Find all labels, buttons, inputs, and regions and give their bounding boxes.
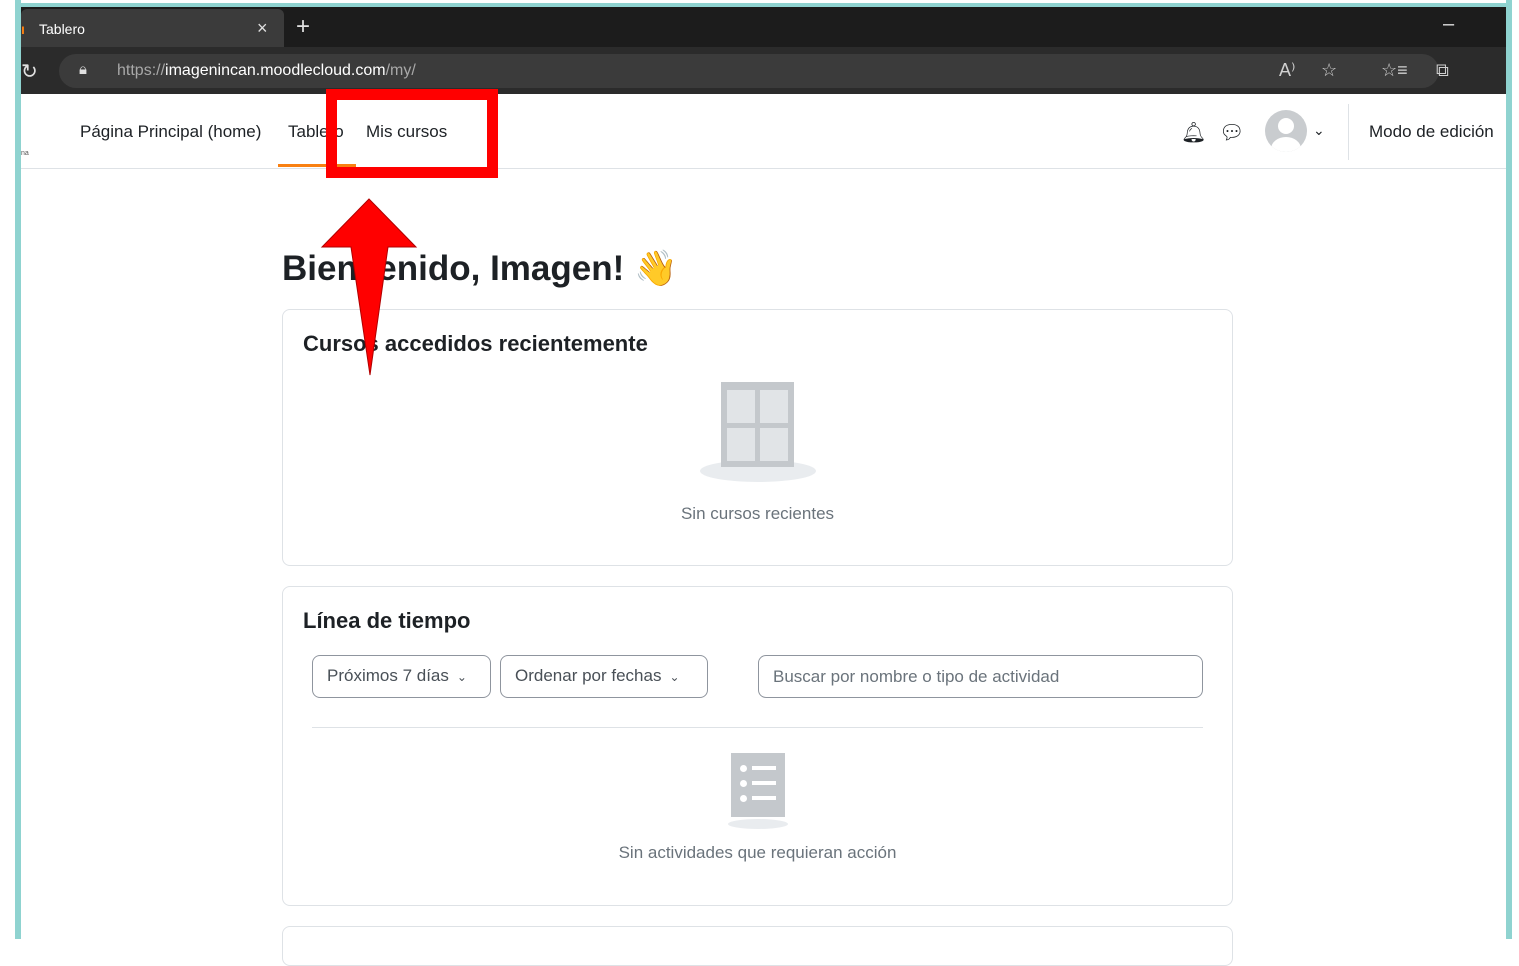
- frame-border-right: [1506, 0, 1512, 939]
- chevron-down-icon[interactable]: ⌄: [1313, 122, 1325, 139]
- annotation-highlight-box: [326, 89, 498, 178]
- collections-icon[interactable]: ⧉: [1436, 60, 1449, 81]
- no-activities-text: Sin actividades que requieran acción: [618, 843, 897, 862]
- no-recent-courses-text: Sin cursos recientes: [680, 504, 835, 523]
- moodle-favicon-icon: ı: [21, 21, 25, 37]
- browser-addressbar: ↻ 🔒︎ https://imagenincan.moodlecloud.com…: [21, 47, 1506, 94]
- no-courses-illustration-icon: [700, 382, 816, 482]
- bell-icon[interactable]: 🔔︎: [1181, 120, 1206, 145]
- no-activities-illustration-icon: [700, 753, 816, 829]
- site-info-icon[interactable]: 🔒︎: [79, 61, 87, 78]
- timeline-sort-dropdown[interactable]: Ordenar por fechas ⌄: [500, 655, 708, 698]
- site-logo[interactable]: na: [21, 150, 29, 157]
- annotation-arrow-icon: [320, 198, 418, 376]
- timeline-days-label: Próximos 7 días: [327, 666, 449, 685]
- nav-item-home[interactable]: Página Principal (home): [80, 122, 261, 142]
- browser-tab[interactable]: ı Tablero ×: [21, 9, 284, 47]
- favorites-icon[interactable]: ☆≡: [1381, 60, 1408, 81]
- chevron-down-icon: ⌄: [669, 670, 680, 684]
- timeline-card: Línea de tiempo Próximos 7 días ⌄ Ordenar…: [282, 586, 1233, 906]
- url-text[interactable]: https://imagenincan.moodlecloud.com/my/: [117, 62, 416, 80]
- close-tab-icon[interactable]: ×: [257, 18, 268, 39]
- avatar[interactable]: [1265, 110, 1307, 152]
- minimize-icon[interactable]: –: [1443, 13, 1454, 36]
- message-icon[interactable]: 💬︎: [1219, 120, 1244, 145]
- reload-icon[interactable]: ↻: [21, 59, 38, 84]
- timeline-title: Línea de tiempo: [303, 608, 471, 633]
- screenshot-frame: ı Tablero × + – ↻ 🔒︎ https://imagenincan…: [0, 0, 1519, 966]
- recent-courses-card: Cursos accedidos recientemente Sin curso…: [282, 309, 1233, 566]
- add-favorite-icon[interactable]: ☆: [1321, 60, 1337, 81]
- new-tab-icon[interactable]: +: [296, 13, 310, 41]
- nav-divider: [1348, 104, 1349, 160]
- edit-mode-toggle[interactable]: Modo de edición: [1369, 122, 1494, 142]
- timeline-divider: [312, 727, 1203, 728]
- timeline-sort-label: Ordenar por fechas: [515, 666, 662, 685]
- tab-title: Tablero: [39, 21, 85, 37]
- moodle-navbar: na Página Principal (home) Tablero Mis c…: [21, 94, 1506, 169]
- browser-tabbar: ı Tablero × + –: [21, 7, 1506, 47]
- timeline-days-filter[interactable]: Próximos 7 días ⌄: [312, 655, 491, 698]
- chevron-down-icon: ⌄: [456, 670, 467, 684]
- read-aloud-icon[interactable]: A⁾: [1279, 60, 1295, 81]
- next-card: [282, 926, 1233, 966]
- timeline-search-input[interactable]: [758, 655, 1203, 698]
